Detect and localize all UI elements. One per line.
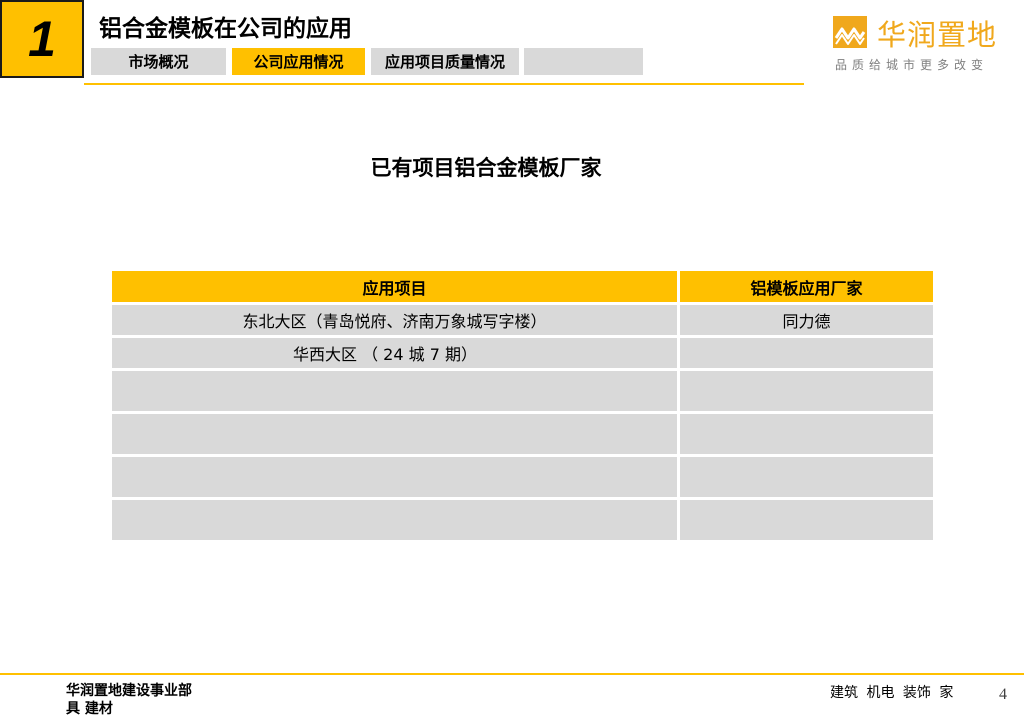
footer-divider — [0, 673, 1024, 675]
table-row — [112, 500, 933, 543]
table-row — [112, 414, 933, 457]
header-project: 应用项目 — [112, 271, 677, 305]
page-number: 4 — [999, 686, 1007, 703]
page-title: 铝合金模板在公司的应用 — [99, 16, 352, 42]
cell-project — [112, 414, 677, 457]
header-manufacturer: 铝模板应用厂家 — [680, 271, 933, 305]
tab-project-quality[interactable]: 应用项目质量情况 — [371, 48, 519, 75]
cell-manufacturer: 同力德 — [680, 305, 933, 338]
table-row: 华西大区 （ 24 城 7 期） — [112, 338, 933, 371]
table-header-row: 应用项目 铝模板应用厂家 — [112, 271, 933, 305]
cell-project — [112, 371, 677, 414]
cell-manufacturer — [680, 457, 933, 500]
cell-manufacturer — [680, 500, 933, 543]
cell-manufacturer — [680, 371, 933, 414]
header-divider — [84, 83, 804, 85]
table-row: 东北大区（青岛悦府、济南万象城写字楼） 同力德 — [112, 305, 933, 338]
cell-project — [112, 457, 677, 500]
logo-mark-icon — [833, 16, 867, 48]
section-number: 1 — [28, 11, 56, 67]
tab-empty[interactable] — [524, 48, 643, 75]
tab-label: 公司应用情况 — [253, 53, 344, 71]
tab-label: 市场概况 — [128, 53, 189, 71]
footer-department: 华润置地建设事业部 具 建材 — [66, 682, 192, 718]
logo-name: 华润置地 — [877, 18, 998, 52]
footer-categories: 建筑 机电 装饰 家 — [830, 685, 954, 701]
logo-slogan: 品质给城市更多改变 — [835, 58, 989, 72]
section-number-box: 1 — [0, 0, 84, 78]
table-row — [112, 371, 933, 414]
cell-manufacturer — [680, 414, 933, 457]
cell-manufacturer — [680, 338, 933, 371]
cell-project: 华西大区 （ 24 城 7 期） — [112, 338, 677, 371]
tab-label: 应用项目质量情况 — [384, 53, 505, 71]
company-logo: 华润置地 品质给城市更多改变 — [833, 14, 1013, 74]
manufacturer-table: 应用项目 铝模板应用厂家 东北大区（青岛悦府、济南万象城写字楼） 同力德 华西大… — [109, 271, 936, 543]
table-row — [112, 457, 933, 500]
tab-market-overview[interactable]: 市场概况 — [91, 48, 226, 75]
cell-project: 东北大区（青岛悦府、济南万象城写字楼） — [112, 305, 677, 338]
footer-line2: 具 建材 — [66, 701, 113, 717]
cell-project — [112, 500, 677, 543]
footer-line1: 华润置地建设事业部 — [66, 683, 192, 699]
tab-company-application[interactable]: 公司应用情况 — [232, 48, 365, 75]
content-subtitle: 已有项目铝合金模板厂家 — [370, 156, 602, 180]
